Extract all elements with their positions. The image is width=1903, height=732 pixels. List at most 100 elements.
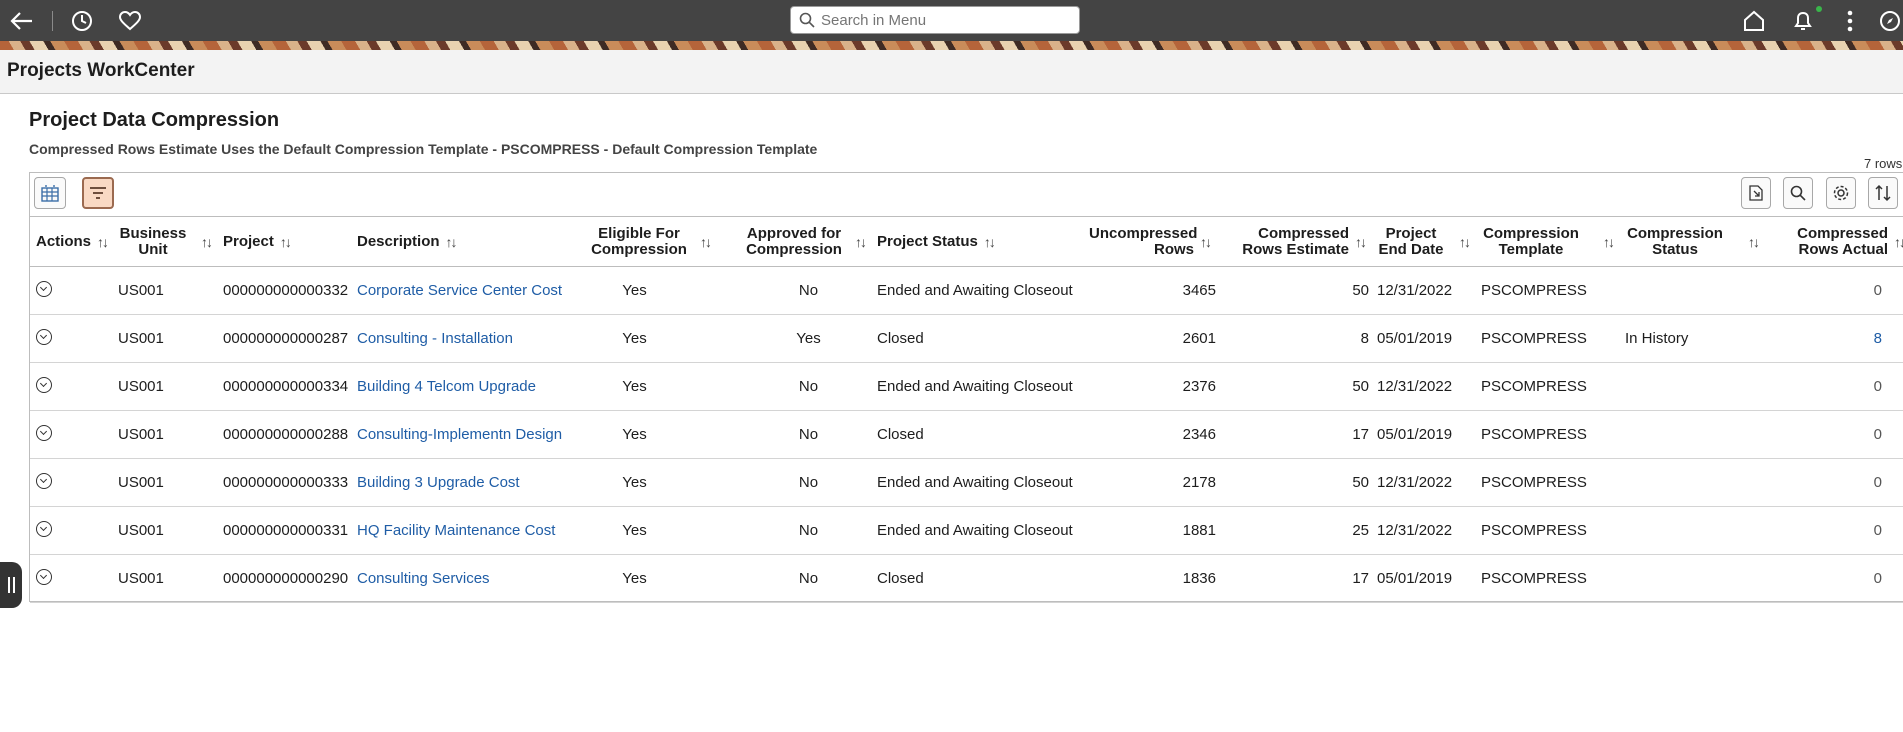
menu-search-box[interactable] — [790, 6, 1080, 34]
sort-arrows-icon[interactable]: ↑↓ — [201, 234, 213, 250]
eligible-cell: Yes — [622, 426, 647, 443]
sort-arrows-icon[interactable]: ↑↓ — [984, 234, 996, 250]
end-date-cell: 05/01/2019 — [1377, 330, 1453, 347]
sort-arrows-icon[interactable]: ↑↓ — [1603, 234, 1615, 250]
col-header-business-unit[interactable]: Business Unit ↑↓ — [112, 217, 217, 267]
sort-arrows-icon[interactable]: ↑↓ — [1355, 234, 1367, 250]
download-icon — [1749, 185, 1763, 201]
compression-status-cell — [1619, 411, 1764, 459]
row-actions-cell — [30, 411, 112, 459]
col-header-project[interactable]: Project ↑↓ — [217, 217, 351, 267]
col-header-project-status[interactable]: Project Status ↑↓ — [871, 217, 1081, 267]
sort-arrows-icon[interactable]: ↑↓ — [855, 234, 867, 250]
table-row: US001 000000000000333 Building 3 Upgrade C… — [30, 459, 1903, 507]
workcenter-header — [0, 50, 1903, 94]
col-header-compression-status[interactable]: Compression Status ↑↓ — [1619, 217, 1764, 267]
description-link[interactable]: HQ Facility Maintenance Cost — [357, 522, 555, 539]
col-header-description[interactable]: Description ↑↓ — [351, 217, 571, 267]
business-unit-cell: US001 — [118, 282, 164, 299]
description-link[interactable]: Building 3 Upgrade Cost — [357, 474, 520, 491]
description-cell: HQ Facility Maintenance Cost — [351, 507, 571, 555]
sort-arrows-icon[interactable]: ↑↓ — [1459, 234, 1471, 250]
find-button[interactable] — [1783, 177, 1813, 209]
row-actions-chevron-icon[interactable] — [36, 280, 52, 297]
row-actions-cell — [30, 315, 112, 363]
row-actions-chevron-icon[interactable] — [36, 568, 52, 585]
description-cell: Consulting Services — [351, 555, 571, 603]
approved-cell: No — [798, 522, 819, 539]
sort-arrows-icon[interactable]: ↑↓ — [446, 234, 458, 250]
end-date-cell: 12/31/2022 — [1377, 282, 1453, 299]
favorites-heart-icon[interactable] — [116, 7, 144, 35]
eligible-cell: Yes — [622, 330, 647, 347]
description-cell: Consulting - Installation — [351, 315, 571, 363]
actions-menu-icon[interactable] — [1836, 7, 1864, 35]
compressed-actual-cell: 0 — [1873, 282, 1882, 299]
sort-arrows-icon[interactable]: ↑↓ — [700, 234, 712, 250]
business-unit-cell: US001 — [118, 378, 164, 395]
table-row: US001 000000000000331 HQ Facility Maintena… — [30, 507, 1903, 555]
description-link[interactable]: Consulting - Installation — [357, 330, 513, 347]
settings-button[interactable] — [1826, 177, 1856, 209]
row-actions-chevron-icon[interactable] — [36, 472, 52, 489]
description-cell: Consulting-Implementn Design — [351, 411, 571, 459]
compressed-estimate-cell: 17 — [1352, 570, 1369, 587]
description-link[interactable]: Consulting-Implementn Design — [357, 426, 562, 443]
toolbar-divider — [52, 11, 53, 31]
project-cell: 000000000000332 — [223, 282, 349, 299]
approved-cell: No — [798, 426, 819, 443]
compression-status-cell — [1619, 363, 1764, 411]
home-icon[interactable] — [1740, 7, 1768, 35]
settings-gear-icon — [1833, 185, 1849, 201]
compressed-estimate-cell: 8 — [1360, 330, 1369, 347]
filter-button[interactable] — [82, 177, 114, 209]
col-header-uncompressed-rows[interactable]: Uncompressed Rows ↑↓ — [1081, 217, 1216, 267]
side-panel-handle[interactable] — [0, 562, 22, 608]
sort-button[interactable] — [1868, 177, 1898, 209]
compression-status-cell — [1619, 507, 1764, 555]
project-status-cell: Closed — [877, 570, 924, 587]
sort-arrows-icon[interactable]: ↑↓ — [1200, 234, 1212, 250]
sort-arrows-icon[interactable]: ↑↓ — [1748, 234, 1760, 250]
col-header-compressed-actual[interactable]: Compressed Rows Actual ↑↓ — [1764, 217, 1903, 267]
notifications-bell-icon[interactable] — [1789, 7, 1817, 35]
page-title: Project Data Compression — [29, 109, 280, 131]
sort-icon — [1875, 184, 1891, 202]
row-actions-chevron-icon[interactable] — [36, 424, 52, 441]
navbar-compass-icon[interactable] — [1876, 7, 1903, 35]
compression-template-cell: PSCOMPRESS — [1481, 474, 1587, 491]
project-cell: 000000000000333 — [223, 474, 349, 491]
description-link[interactable]: Corporate Service Center Cost — [357, 282, 562, 299]
row-actions-chevron-icon[interactable] — [36, 520, 52, 537]
approved-cell: No — [798, 282, 819, 299]
description-link[interactable]: Consulting Services — [357, 570, 490, 587]
business-unit-cell: US001 — [118, 522, 164, 539]
compressed-estimate-cell: 50 — [1352, 474, 1369, 491]
row-actions-chevron-icon[interactable] — [36, 376, 52, 393]
compressed-actual-cell[interactable]: 8 — [1764, 315, 1903, 363]
col-header-eligible[interactable]: Eligible For Compression ↑↓ — [571, 217, 716, 267]
col-header-compression-template[interactable]: Compression Template ↑↓ — [1475, 217, 1619, 267]
workcenter-title: Projects WorkCenter — [7, 60, 195, 81]
col-header-end-date[interactable]: Project End Date ↑↓ — [1371, 217, 1475, 267]
col-header-compressed-estimate[interactable]: Compressed Rows Estimate ↑↓ — [1216, 217, 1371, 267]
business-unit-cell: US001 — [118, 474, 164, 491]
end-date-cell: 12/31/2022 — [1377, 378, 1453, 395]
sort-arrows-icon[interactable]: ↑↓ — [97, 234, 109, 250]
col-header-actions[interactable]: Actions ↑↓ — [30, 217, 112, 267]
col-header-approved[interactable]: Approved for Compression ↑↓ — [716, 217, 871, 267]
business-unit-cell: US001 — [118, 426, 164, 443]
history-icon[interactable] — [68, 7, 96, 35]
search-input[interactable] — [819, 10, 1079, 30]
description-cell: Corporate Service Center Cost — [351, 267, 571, 315]
download-button[interactable] — [1741, 177, 1771, 209]
compressed-estimate-cell: 50 — [1352, 282, 1369, 299]
description-link[interactable]: Building 4 Telcom Upgrade — [357, 378, 536, 395]
compressed-actual-cell: 0 — [1873, 426, 1882, 443]
row-actions-chevron-icon[interactable] — [36, 328, 52, 345]
sort-arrows-icon[interactable]: ↑↓ — [280, 234, 292, 250]
compression-template-cell: PSCOMPRESS — [1481, 570, 1587, 587]
back-arrow-icon[interactable] — [8, 7, 36, 35]
grid-view-button[interactable] — [34, 177, 66, 209]
sort-arrows-icon[interactable]: ↑↓ — [1894, 234, 1903, 250]
